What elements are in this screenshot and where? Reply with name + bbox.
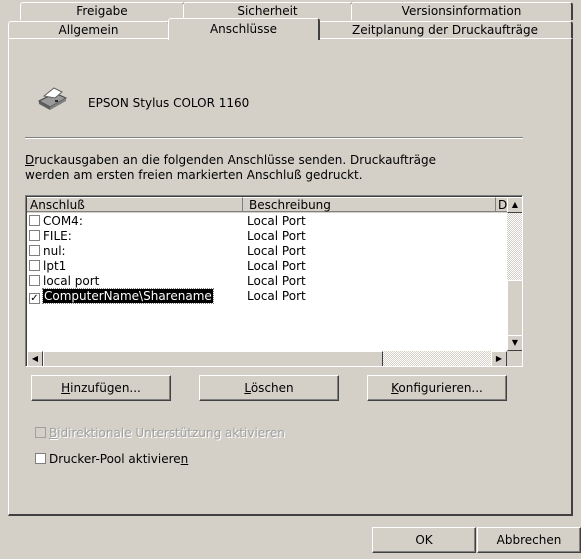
scroll-right-icon[interactable]: ▶: [491, 351, 507, 366]
button-label: inzufügen...: [70, 381, 141, 395]
vertical-scrollbar[interactable]: ▲ ▼: [507, 197, 522, 351]
checkbox-checked-icon[interactable]: ✓: [29, 293, 40, 304]
description-line-2: werden am ersten freien markierten Ansch…: [25, 168, 363, 182]
scrollbar-thumb[interactable]: [507, 280, 522, 336]
port-name: COM4:: [43, 214, 83, 228]
description-text: Druckausgaben an die folgenden Anschlüss…: [25, 153, 436, 183]
scrollbar-thumb[interactable]: [43, 351, 383, 366]
tab-versionsinformation[interactable]: Versionsinformation: [351, 2, 573, 20]
port-name: nul:: [43, 244, 66, 258]
port-description: Local Port: [247, 229, 306, 243]
list-header: Anschluß Beschreibung D: [27, 197, 508, 213]
port-name-selected: ComputerName\Sharename: [42, 288, 214, 304]
tab-label: Zeitplanung der Druckaufträge: [351, 23, 539, 37]
list-body: COM4: Local Port FILE: Local Port nul: L…: [29, 214, 507, 344]
mnemonic: n: [180, 452, 189, 466]
separator: [25, 137, 523, 139]
port-name: FILE:: [43, 229, 72, 243]
add-port-button[interactable]: Hinzufügen...: [31, 375, 171, 401]
list-item[interactable]: local port Local Port: [29, 274, 306, 289]
scroll-left-icon[interactable]: ◀: [27, 351, 43, 366]
list-item[interactable]: lpt1 Local Port: [29, 259, 306, 274]
scroll-up-icon[interactable]: ▲: [507, 197, 522, 213]
bidirectional-support-checkbox: Bidirektionale Unterstützung aktivieren: [35, 426, 285, 440]
description-line-1: Druckausgaben an die folgenden Anschlüss…: [25, 153, 436, 168]
scrollbar-corner: [507, 351, 522, 366]
checkbox-icon[interactable]: [29, 230, 40, 241]
tab-label: Anschlüsse: [209, 22, 278, 36]
tab-freigabe[interactable]: Freigabe: [20, 2, 185, 20]
printer-pool-checkbox[interactable]: Drucker-Pool aktivieren: [35, 452, 188, 466]
checkbox-icon[interactable]: [29, 260, 40, 271]
port-description: Local Port: [247, 214, 306, 228]
printer-name: EPSON Stylus COLOR 1160: [88, 96, 250, 110]
tab-anschluesse[interactable]: Anschlüsse: [168, 18, 320, 40]
tab-label: Allgemein: [58, 23, 119, 37]
list-item[interactable]: FILE: Local Port: [29, 229, 306, 244]
checkbox-icon[interactable]: [29, 245, 40, 256]
list-item[interactable]: COM4: Local Port: [29, 214, 306, 229]
tab-label: Versionsinformation: [401, 4, 522, 18]
port-description: Local Port: [247, 259, 306, 273]
checkbox-icon[interactable]: [29, 215, 40, 226]
port-description: Local Port: [247, 244, 306, 258]
horizontal-scrollbar[interactable]: ◀ ▶: [27, 351, 507, 366]
button-label: onfigurieren...: [398, 381, 483, 395]
checkbox-label: idirektionale Unterstützung aktivieren: [57, 426, 285, 440]
checkbox-icon: [35, 427, 46, 438]
mnemonic: H: [61, 381, 71, 395]
list-item[interactable]: nul: Local Port: [29, 244, 306, 259]
tab-panel-anschluesse: EPSON Stylus COLOR 1160 Druckausgaben an…: [8, 38, 573, 516]
scroll-down-icon[interactable]: ▼: [507, 335, 522, 351]
configure-port-button[interactable]: Konfigurieren...: [367, 375, 507, 401]
tab-label: Freigabe: [76, 4, 128, 18]
tab-zeitplanung[interactable]: Zeitplanung der Druckaufträge: [318, 21, 573, 39]
column-header-anschluss[interactable]: Anschluß: [27, 197, 243, 212]
delete-port-button[interactable]: Löschen: [199, 375, 339, 401]
printer-icon: [35, 85, 69, 111]
checkbox-icon[interactable]: [35, 453, 46, 464]
ports-list[interactable]: Anschluß Beschreibung D COM4: Local Port…: [25, 195, 523, 367]
port-name: local port: [43, 274, 100, 288]
cancel-button[interactable]: Abbrechen: [477, 527, 581, 553]
mnemonic: D: [25, 153, 35, 167]
checkbox-label: Drucker-Pool aktiviere: [49, 452, 181, 466]
button-label: öschen: [250, 381, 294, 395]
port-description: Local Port: [247, 289, 306, 303]
tab-label: Sicherheit: [237, 4, 298, 18]
column-header-beschreibung[interactable]: Beschreibung: [243, 197, 496, 212]
port-name: lpt1: [43, 259, 67, 273]
port-description: Local Port: [247, 274, 306, 288]
mnemonic: B: [49, 426, 58, 440]
ok-button[interactable]: OK: [372, 527, 476, 553]
list-item[interactable]: ✓ ComputerName\Sharename Local Port: [29, 288, 306, 304]
checkbox-icon[interactable]: [29, 275, 40, 286]
description-line-1-text: ruckausgaben an die folgenden Anschlüsse…: [34, 153, 437, 167]
tab-allgemein[interactable]: Allgemein: [8, 21, 170, 39]
